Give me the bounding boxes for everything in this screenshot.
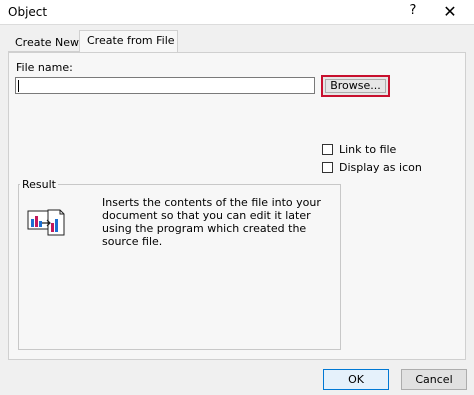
cancel-button[interactable]: Cancel [401,369,467,390]
display-as-icon-checkbox[interactable] [322,162,333,173]
display-as-icon-label[interactable]: Display as icon [339,161,422,174]
link-to-file-label[interactable]: Link to file [339,143,396,156]
close-icon[interactable]: ✕ [438,2,462,22]
ok-button[interactable]: OK [323,369,389,390]
file-name-input[interactable] [15,77,315,94]
help-button[interactable]: ? [404,3,422,21]
insert-file-icon [27,209,65,236]
browse-button-inner [325,79,386,93]
file-name-label: File name: [16,61,73,74]
result-line: document so that you can edit it later [102,209,311,222]
text-caret [18,80,19,92]
tab-create-from-file[interactable]: Create from File [79,30,178,52]
result-line: Inserts the contents of the file into yo… [102,196,321,209]
link-to-file-checkbox[interactable] [322,144,333,155]
result-label: Result [20,178,58,191]
window-title: Object [8,5,48,19]
result-description: Inserts the contents of the file into yo… [102,196,332,248]
result-line: using the program which created the [102,222,307,235]
browse-button[interactable]: Browse... [321,75,390,97]
tab-create-new[interactable]: Create New [8,33,79,52]
result-line: source file. [102,235,163,248]
title-bar: Object ? ✕ [0,0,474,25]
